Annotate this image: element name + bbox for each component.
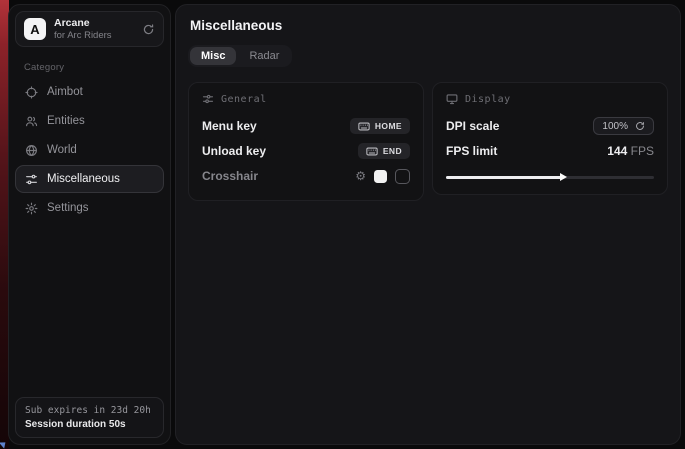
sidebar-item-entities[interactable]: Entities <box>15 107 164 135</box>
general-panel-title: General <box>221 94 267 105</box>
sidebar-item-label: Settings <box>47 202 89 214</box>
display-panel-header: Display <box>446 93 654 105</box>
sidebar-item-world[interactable]: World <box>15 136 164 164</box>
tab-radar[interactable]: Radar <box>238 47 290 65</box>
subscription-card: Sub expires in 23d 20h Session duration … <box>15 397 164 438</box>
sidebar-item-label: Entities <box>47 115 85 127</box>
monitor-icon <box>446 93 458 105</box>
dpi-scale-control[interactable]: 100% <box>593 117 654 135</box>
account-text: Arcane for Arc Riders <box>54 17 112 41</box>
sync-icon[interactable] <box>142 23 155 36</box>
reset-refresh-icon[interactable] <box>635 121 645 131</box>
unload-key-button[interactable]: END <box>358 143 410 159</box>
main-content: Miscellaneous Misc Radar General <box>175 4 681 445</box>
tabbar: Misc Radar <box>188 45 292 67</box>
display-panel-title: Display <box>465 94 511 105</box>
display-panel: Display DPI scale 100% <box>432 82 668 195</box>
sliders-icon <box>25 173 38 186</box>
fps-slider-fill <box>446 176 562 179</box>
category-label: Category <box>24 62 164 73</box>
menu-key-value: HOME <box>375 121 402 131</box>
sidebar-item-miscellaneous[interactable]: Miscellaneous <box>15 165 164 193</box>
panels-row: General Menu key HOME <box>188 82 668 201</box>
crosshair-label: Crosshair <box>202 169 258 183</box>
crosshair-settings-gear-icon[interactable]: ⚙ <box>355 170 366 182</box>
fps-number: 144 <box>607 144 627 158</box>
keyboard-icon <box>366 147 378 156</box>
fps-limit-row: FPS limit 144 FPS <box>446 139 654 163</box>
dpi-scale-label: DPI scale <box>446 119 499 133</box>
app-name: Arcane <box>54 17 112 30</box>
general-panel-header: General <box>202 93 410 105</box>
account-card[interactable]: A Arcane for Arc Riders <box>15 11 164 47</box>
unload-key-value: END <box>383 146 402 156</box>
sub-expiry-text: Sub expires in 23d 20h <box>25 405 154 416</box>
session-duration-text: Session duration 50s <box>25 419 154 430</box>
menu-key-button[interactable]: HOME <box>350 118 410 134</box>
sidebar: A Arcane for Arc Riders Category Aimbot <box>8 4 171 445</box>
sidebar-item-label: Aimbot <box>47 86 83 98</box>
page-title: Miscellaneous <box>190 18 668 33</box>
unload-key-label: Unload key <box>202 144 266 158</box>
dpi-scale-value: 100% <box>602 121 628 132</box>
dpi-scale-row: DPI scale 100% <box>446 114 654 138</box>
globe-icon <box>25 144 38 157</box>
general-sliders-icon <box>202 93 214 105</box>
fps-slider-thumb[interactable] <box>560 173 567 181</box>
tab-misc[interactable]: Misc <box>190 47 236 65</box>
menu-key-label: Menu key <box>202 119 257 133</box>
crosshair-controls: ⚙ <box>355 169 410 184</box>
fps-limit-label: FPS limit <box>446 144 497 158</box>
crosshair-color-swatch[interactable] <box>374 170 387 183</box>
app-window: A Arcane for Arc Riders Category Aimbot <box>0 0 685 449</box>
app-logo: A <box>24 18 46 40</box>
fps-unit: FPS <box>631 144 654 158</box>
unload-key-row: Unload key END <box>202 139 410 163</box>
app-subtitle: for Arc Riders <box>54 30 112 41</box>
crosshair-icon <box>25 86 38 99</box>
crosshair-checkbox[interactable] <box>395 169 410 184</box>
keyboard-icon <box>358 122 370 131</box>
gear-icon <box>25 202 38 215</box>
sidebar-item-label: Miscellaneous <box>47 173 120 185</box>
crosshair-row: Crosshair ⚙ <box>202 164 410 188</box>
sidebar-item-aimbot[interactable]: Aimbot <box>15 78 164 106</box>
sidebar-item-settings[interactable]: Settings <box>15 194 164 222</box>
fps-limit-value: 144 FPS <box>607 144 654 158</box>
entities-icon <box>25 115 38 128</box>
sidebar-item-label: World <box>47 144 77 156</box>
general-panel: General Menu key HOME <box>188 82 424 201</box>
fps-limit-slider[interactable] <box>446 172 654 182</box>
menu-key-row: Menu key HOME <box>202 114 410 138</box>
